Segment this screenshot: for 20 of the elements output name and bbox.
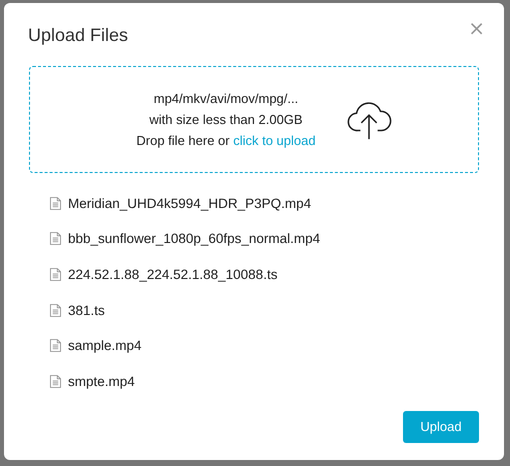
document-icon xyxy=(50,374,61,388)
file-name: bbb_sunflower_1080p_60fps_normal.mp4 xyxy=(68,231,320,246)
document-icon xyxy=(50,268,61,281)
file-name: smpte.mp4 xyxy=(68,374,135,389)
file-name: Meridian_UHD4k5994_HDR_P3PQ.mp4 xyxy=(68,196,312,211)
document-icon xyxy=(50,304,61,317)
drop-zone[interactable]: mp4/mkv/avi/mov/mpg/... with size less than 2.00GB Drop file here or click to upload xyxy=(29,66,479,173)
file-name: 381.ts xyxy=(68,302,105,318)
size-limit: with size less than 2.00GB xyxy=(149,112,303,128)
file-name: sample.mp4 xyxy=(68,338,142,354)
dialog-title: Upload Files xyxy=(28,25,128,46)
document-icon xyxy=(50,232,61,246)
drop-prompt: Drop file here or click to upload xyxy=(136,132,316,148)
document-icon xyxy=(50,196,61,210)
upload-link[interactable]: click to upload xyxy=(233,132,316,148)
format-list: mp4/mkv/avi/mov/mpg/... xyxy=(154,90,298,106)
file-name: 224.52.1.88_224.52.1.88_10088.ts xyxy=(68,266,278,282)
close-button[interactable]: × xyxy=(468,20,485,36)
document-icon xyxy=(50,339,61,352)
upload-button[interactable]: Upload xyxy=(403,410,479,443)
